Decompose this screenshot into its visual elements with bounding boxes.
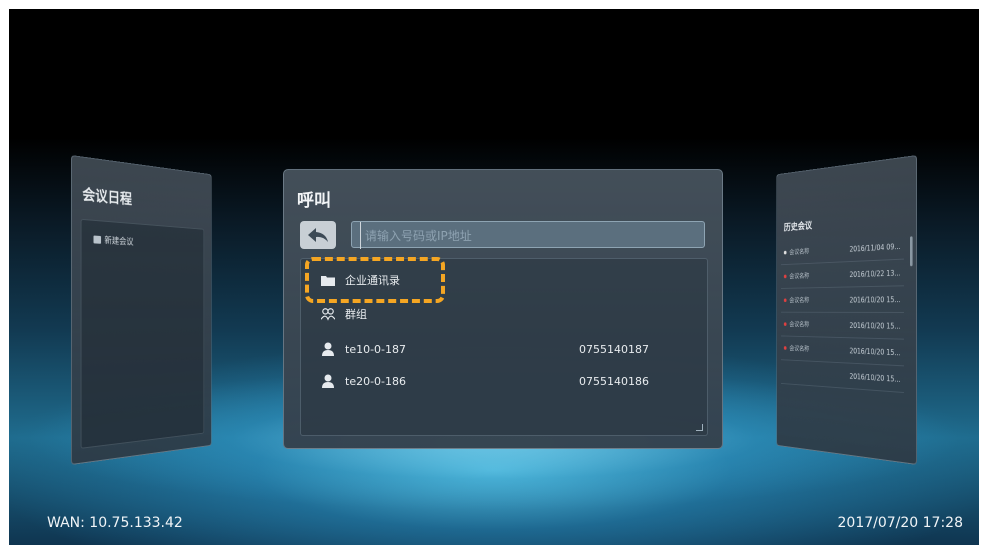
new-meeting-item[interactable]: 新建会议 (93, 233, 134, 248)
history-row[interactable]: 会议名称 2016/10/20 15... (781, 286, 904, 313)
contact-number: 0755140186 (579, 374, 649, 388)
schedule-list: 新建会议 (80, 218, 205, 449)
schedule-title: 会议日程 (82, 185, 132, 208)
list-item-contact[interactable]: te10-0-187 0755140187 (321, 338, 687, 360)
history-name: 会议名称 (789, 296, 810, 304)
person-icon (321, 342, 335, 356)
call-title: 呼叫 (297, 191, 331, 211)
history-scrollbar[interactable] (909, 236, 913, 267)
list-item-contact[interactable]: te20-0-186 0755140186 (321, 370, 687, 392)
history-panel[interactable]: 历史会议 会议名称 2016/11/04 09... 会议名称 2016/10/… (776, 155, 917, 465)
resize-corner-icon (696, 424, 703, 431)
search-box[interactable] (351, 221, 705, 249)
history-name: 会议名称 (789, 320, 810, 329)
search-input[interactable] (360, 222, 705, 249)
datetime: 2017/07/20 17:28 (837, 515, 964, 531)
status-dot-icon (783, 322, 787, 326)
back-arrow-icon (308, 228, 328, 242)
history-title: 历史会议 (783, 221, 813, 234)
wan-address: WAN: 10.75.133.42 (47, 515, 183, 531)
person-icon (321, 374, 335, 388)
history-date: 2016/10/20 15... (849, 346, 901, 357)
status-dot-icon (783, 298, 787, 303)
history-date: 2016/10/20 15... (849, 320, 901, 331)
list-item-group[interactable]: 群组 (321, 303, 687, 325)
history-name: 会议名称 (789, 247, 810, 256)
status-dot-icon (783, 250, 787, 255)
history-name: 会议名称 (789, 272, 810, 280)
calendar-icon (93, 235, 102, 244)
history-date: 2016/11/04 09... (849, 241, 901, 254)
status-dot-icon (783, 346, 787, 350)
contact-name: te10-0-187 (345, 342, 407, 356)
history-date: 2016/10/20 15... (849, 371, 901, 384)
history-row[interactable]: 会议名称 2016/10/22 13... (781, 259, 904, 289)
call-panel: 呼叫 企业通讯录 群组 (283, 169, 723, 449)
group-icon (321, 307, 335, 321)
contact-name: te20-0-186 (345, 374, 407, 388)
list-item-label: 群组 (345, 308, 367, 321)
history-date: 2016/10/20 15... (849, 294, 901, 304)
history-list: 会议名称 2016/11/04 09... 会议名称 2016/10/22 13… (781, 232, 904, 394)
focus-highlight (305, 257, 445, 303)
tv-screen: 会议日程 新建会议 历史会议 会议名称 2016/11/04 09... 会议名… (9, 9, 979, 545)
status-dot-icon (783, 274, 787, 279)
contact-number: 0755140187 (579, 342, 649, 356)
history-row[interactable]: 会议名称 2016/10/20 15... (781, 312, 904, 340)
history-row[interactable]: 2016/10/20 15... (781, 360, 904, 394)
history-name: 会议名称 (789, 344, 810, 353)
new-meeting-label: 新建会议 (104, 236, 134, 248)
back-button[interactable] (300, 221, 336, 249)
schedule-panel[interactable]: 会议日程 新建会议 (71, 155, 212, 465)
history-date: 2016/10/22 13... (849, 268, 901, 279)
